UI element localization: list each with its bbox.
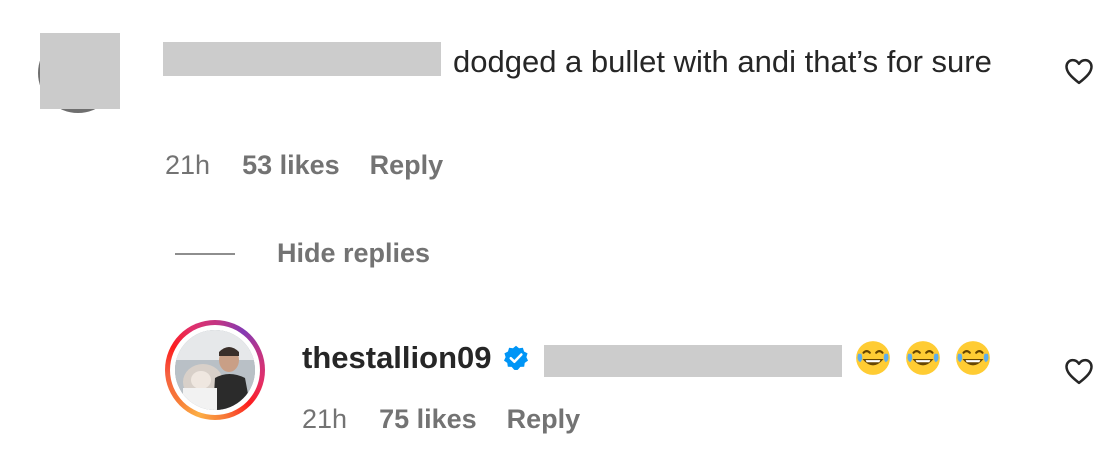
avatar-redaction (40, 33, 120, 109)
reply-likes-count[interactable]: 75 likes (379, 404, 477, 435)
comment: dodged a bullet with andi that’s for sur… (0, 0, 1120, 200)
reply-meta: 21h 75 likes Reply (302, 404, 580, 435)
reply-username[interactable]: thestallion09 (302, 340, 492, 376)
reply-timestamp[interactable]: 21h (302, 404, 347, 435)
reply-button[interactable]: Reply (370, 150, 444, 181)
laughing-emoji-icon (955, 341, 990, 375)
avatar[interactable] (38, 33, 120, 113)
username-redaction[interactable] (163, 42, 441, 76)
divider-line (175, 252, 235, 255)
laughing-emoji-icon (855, 341, 890, 375)
avatar[interactable] (165, 320, 265, 420)
heart-icon[interactable] (1064, 57, 1094, 85)
mention-redaction[interactable] (543, 345, 842, 377)
comment-text: dodged a bullet with andi that’s for sur… (453, 44, 992, 79)
reply-header: thestallion09 (302, 336, 992, 380)
reply-button[interactable]: Reply (507, 404, 581, 435)
hide-replies-label: Hide replies (277, 238, 431, 268)
avatar-photo (175, 330, 255, 410)
comment-timestamp[interactable]: 21h (165, 150, 210, 181)
verified-badge-icon (503, 345, 528, 371)
heart-icon[interactable] (1064, 357, 1094, 385)
comment-likes-count[interactable]: 53 likes (242, 150, 340, 181)
hide-replies-button[interactable]: Hide replies (175, 238, 430, 269)
comment-meta: 21h 53 likes Reply (165, 150, 443, 181)
laughing-emoji-icon (905, 341, 940, 375)
